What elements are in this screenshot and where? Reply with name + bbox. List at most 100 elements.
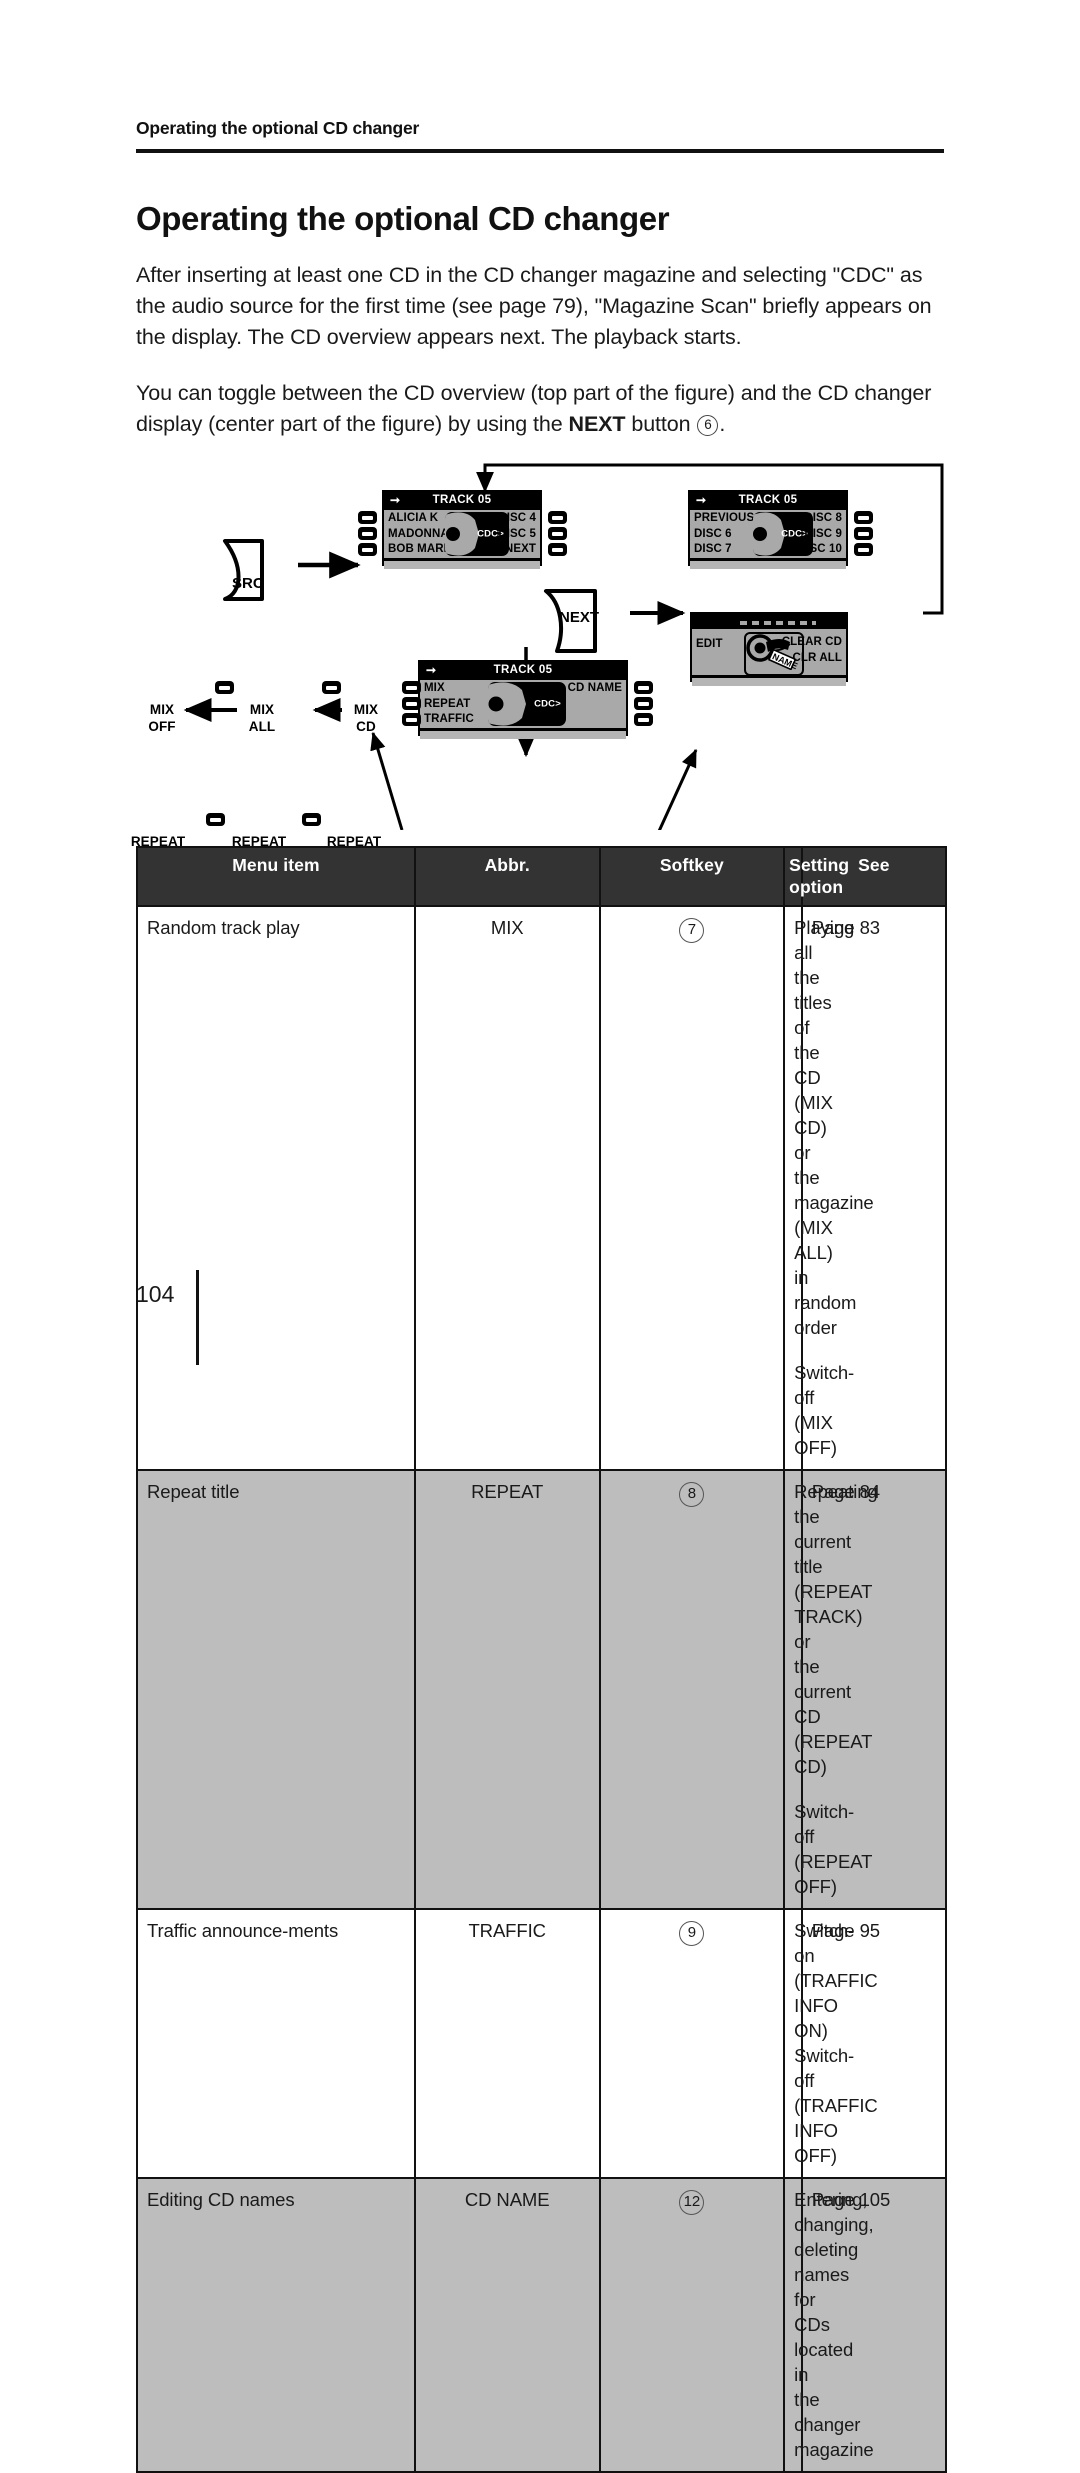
panel2-opt-left-1[interactable]: PREVIOUS <box>694 511 754 527</box>
cell-setting-option: Entering, changing, deleting names for C… <box>783 2177 874 2473</box>
cell-menu-item: Repeat title <box>136 1469 416 1910</box>
cell-softkey: 8 <box>598 1469 786 1910</box>
play-arrow-icon: ➞ <box>426 663 437 677</box>
softkey-p1-right-2[interactable] <box>548 527 567 540</box>
cell-softkey: 9 <box>598 1908 786 2179</box>
panel3-opt-right-1[interactable]: CD NAME <box>568 681 622 697</box>
cell-setting-option: Switch-on (TRAFFIC INFO ON) Switch-off (… <box>783 1908 878 2179</box>
panel4-left-options: EDIT <box>696 637 723 653</box>
cd-name-to-edit-arrow <box>657 748 698 830</box>
cell-menu-item: Random track play <box>136 905 416 1471</box>
table-header: Menu item Abbr. Softkey Setting option S… <box>136 846 948 907</box>
panel2-opt-right-1[interactable]: DISC 8 <box>798 511 842 527</box>
panel3-track-label: TRACK 05 <box>493 664 553 676</box>
panel2-opt-left-3[interactable]: DISC 7 <box>694 542 754 558</box>
flow-mix-all-line1: MIX <box>249 702 275 717</box>
softkey-p2-right-1[interactable] <box>854 511 873 524</box>
softkey-p1-left-2[interactable] <box>358 527 377 540</box>
panel4-body: EDIT NAME CLEAR CD CLR ALL <box>692 628 846 677</box>
panel4-title-bar <box>692 614 846 628</box>
softkey-badge-8: 8 <box>679 1482 705 1507</box>
panel2-body: PREVIOUS DISC 6 DISC 7 CDC> DISC 8 DISC … <box>690 509 846 560</box>
panel4-opt-right-1[interactable]: CLEAR CD <box>782 635 842 651</box>
cell-abbr: REPEAT <box>413 1469 601 1910</box>
running-header: Operating the optional CD changer <box>136 118 420 138</box>
panel1-right-options: DISC 4 DISC 5 NEXT <box>498 511 536 558</box>
softkey-mix-all[interactable] <box>215 681 234 694</box>
panel3-opt-left-2[interactable]: REPEAT <box>424 697 474 713</box>
softkey-badge-7: 7 <box>679 918 705 943</box>
flow-mix-off-line2: OFF <box>148 719 176 734</box>
cd-changer-flow-diagram: SRC NEXT ➞ TRACK 05 ALICIA K MADONNA BOB… <box>130 455 950 999</box>
softkey-badge-12: 12 <box>679 2190 705 2215</box>
flow-mix-cd-line1: MIX <box>353 702 379 717</box>
panel-changer-display: ➞ TRACK 05 MIX REPEAT TRAFFIC CDC> CD NA… <box>418 660 628 739</box>
src-curl-shape <box>223 539 264 601</box>
panel3-foot <box>420 730 626 739</box>
cell-menu-item: Traffic announce-ments <box>136 1908 416 2179</box>
col-header-abbr: Abbr. <box>413 846 601 907</box>
panel2-opt-right-2[interactable]: DISC 9 <box>798 527 842 543</box>
header-rule <box>136 149 944 153</box>
panel3-opt-left-3[interactable]: TRAFFIC <box>424 712 474 728</box>
panel1-opt-left-2[interactable]: MADONNA <box>388 527 451 543</box>
softkey-p3-right-3[interactable] <box>634 713 653 726</box>
panel1-track-label: TRACK 05 <box>432 494 492 506</box>
softkey-p3-right-2[interactable] <box>634 697 653 710</box>
panel1-opt-right-2[interactable]: DISC 5 <box>498 527 536 543</box>
flow-mix-off-line1: MIX <box>149 702 175 717</box>
panel2-right-options: DISC 8 DISC 9 DISC 10 <box>798 511 842 558</box>
softkey-p3-left-traffic[interactable] <box>402 713 421 726</box>
softkey-p2-right-3[interactable] <box>854 543 873 556</box>
page-number: 104 <box>136 1281 175 1307</box>
softkey-repeat-cd[interactable] <box>302 813 321 826</box>
softkey-p1-left-3[interactable] <box>358 543 377 556</box>
table-row: Traffic announce-ments TRAFFIC 9 Switch-… <box>136 1908 948 2179</box>
panel4-foot <box>692 677 846 686</box>
next-button[interactable]: NEXT <box>543 589 600 653</box>
toggle-paragraph-part-b: button <box>625 411 697 436</box>
softkey-p1-right-1[interactable] <box>548 511 567 524</box>
panel2-opt-right-3[interactable]: DISC 10 <box>798 542 842 558</box>
next-button-name: NEXT <box>568 411 626 436</box>
softkey-p2-right-2[interactable] <box>854 527 873 540</box>
cell-setting-option: Playing all the titles of the CD (MIX CD… <box>783 905 874 1471</box>
flow-mix-off: MIX OFF <box>138 701 186 735</box>
softkey-p3-left-repeat[interactable] <box>402 697 421 710</box>
panel1-opt-right-1[interactable]: DISC 4 <box>498 511 536 527</box>
col-header-menu-item: Menu item <box>136 846 416 907</box>
softkey-p3-right-cdname[interactable] <box>634 681 653 694</box>
cell-softkey: 12 <box>598 2177 786 2473</box>
panel1-opt-right-3[interactable]: NEXT <box>498 542 536 558</box>
panel1-opt-left-1[interactable]: ALICIA K <box>388 511 451 527</box>
mix-branch-arrow <box>370 731 404 830</box>
table-body: Random track play MIX 7 Playing all the … <box>136 905 948 2473</box>
table-row: Repeat title REPEAT 8 Repeating the curr… <box>136 1469 948 1910</box>
panel3-cdc-label: CDC> <box>534 698 561 710</box>
src-button[interactable]: SRC <box>222 539 274 601</box>
next-button-label: NEXT <box>559 609 600 626</box>
src-button-label: SRC <box>232 575 264 592</box>
cd-disc-icon: CDC> <box>488 682 566 726</box>
page-title: Operating the optional CD changer <box>136 200 670 238</box>
toggle-paragraph-part-a: You can toggle between the CD overview (… <box>136 380 932 436</box>
panel4-opt-left-1[interactable]: EDIT <box>696 637 723 653</box>
panel1-foot <box>384 560 540 569</box>
intro-paragraph: After inserting at least one CD in the C… <box>136 262 932 349</box>
softkey-p1-right-3[interactable] <box>548 543 567 556</box>
panel4-opt-right-2[interactable]: CLR ALL <box>782 651 842 667</box>
softkey-repeat-track[interactable] <box>206 813 225 826</box>
softkey-p3-left-mix[interactable] <box>402 681 421 694</box>
cell-abbr: CD NAME <box>413 2177 601 2473</box>
panel3-title-bar: ➞ TRACK 05 <box>420 662 626 679</box>
panel2-opt-left-2[interactable]: DISC 6 <box>694 527 754 543</box>
softkey-mix-cd[interactable] <box>322 681 341 694</box>
cell-see: Page 95 <box>800 1908 948 2179</box>
softkey-p1-left-1[interactable] <box>358 511 377 524</box>
panel1-opt-left-3[interactable]: BOB MARL <box>388 542 451 558</box>
footer-rule <box>196 1270 199 1365</box>
flow-mix-all-line2: ALL <box>248 719 276 734</box>
toggle-paragraph: You can toggle between the CD overview (… <box>136 378 948 440</box>
panel3-opt-left-1[interactable]: MIX <box>424 681 474 697</box>
panel3-body: MIX REPEAT TRAFFIC CDC> CD NAME <box>420 679 626 730</box>
